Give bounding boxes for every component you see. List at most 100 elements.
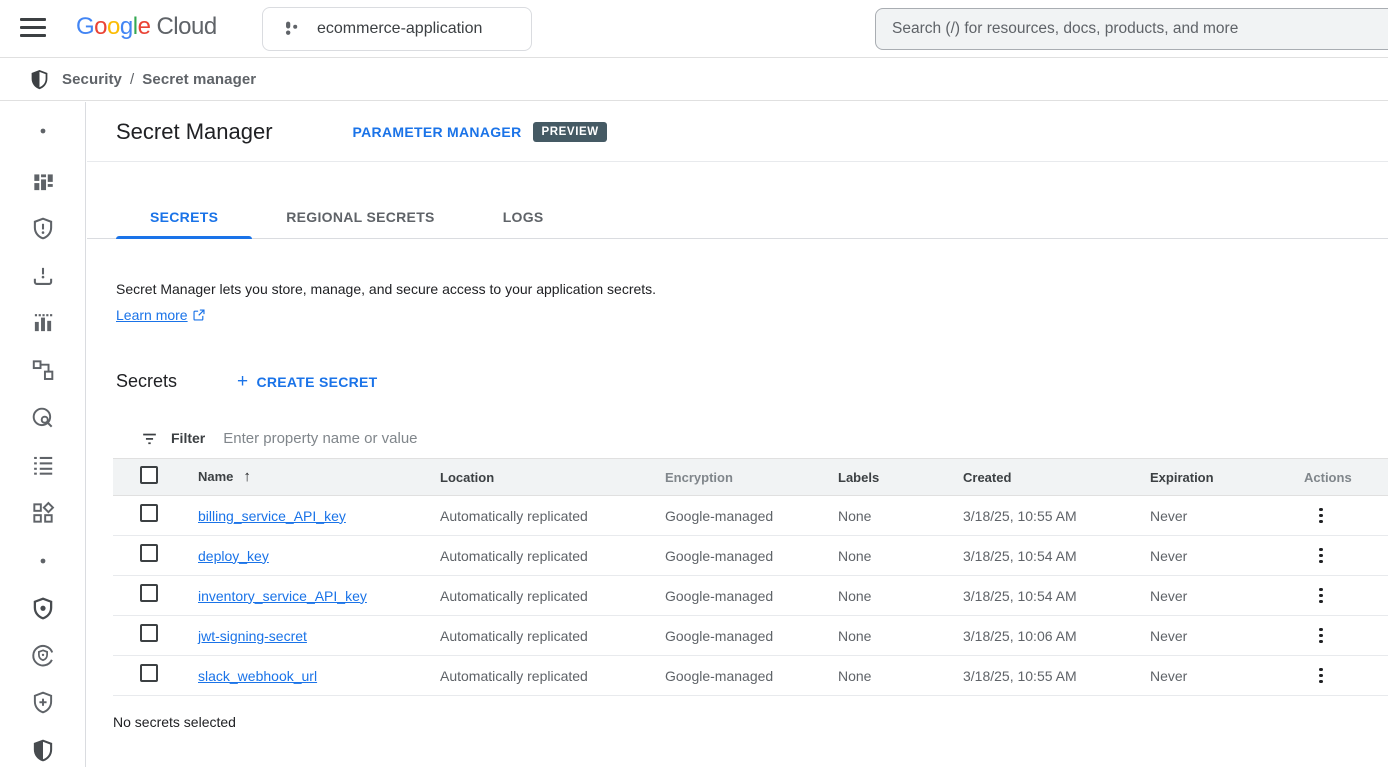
column-header-actions: Actions [1290, 470, 1388, 485]
row-actions-menu-icon[interactable] [1312, 626, 1330, 646]
bar-chart-icon[interactable] [30, 310, 56, 336]
intro-description: Secret Manager lets you store, manage, a… [116, 279, 1388, 299]
google-cloud-logo: GoogleCloud [76, 13, 217, 41]
row-actions-menu-icon[interactable] [1312, 506, 1330, 526]
dot-icon [36, 124, 50, 138]
main-content: Secret Manager PARAMETER MANAGER PREVIEW… [87, 102, 1388, 767]
location-cell: Automatically replicated [440, 668, 665, 684]
column-header-encryption: Encryption [665, 470, 838, 485]
threat-detection-icon[interactable] [30, 405, 56, 431]
menu-icon[interactable] [20, 18, 46, 40]
column-header-location: Location [440, 470, 665, 485]
security-command-center-icon[interactable] [30, 169, 56, 195]
page-header: Secret Manager PARAMETER MANAGER PREVIEW [87, 102, 1388, 162]
table-row: inventory_service_API_key Automatically … [113, 576, 1388, 616]
column-header-labels: Labels [838, 470, 963, 485]
filter-bar: Filter [113, 418, 1388, 458]
expiration-cell: Never [1150, 668, 1290, 684]
tab-bar: SECRETS REGIONAL SECRETS LOGS [87, 196, 1388, 239]
tab-logs[interactable]: LOGS [469, 196, 578, 238]
compliance-icon[interactable] [30, 643, 56, 669]
tab-secrets[interactable]: SECRETS [116, 196, 252, 238]
google-logo-wordmark: Google [76, 13, 150, 40]
secret-link[interactable]: billing_service_API_key [198, 508, 346, 524]
project-selector[interactable]: ecommerce-application [262, 7, 532, 51]
created-cell: 3/18/25, 10:54 AM [963, 548, 1150, 564]
labels-cell: None [838, 668, 963, 684]
secret-link[interactable]: slack_webhook_url [198, 668, 317, 684]
location-cell: Automatically replicated [440, 628, 665, 644]
page-title: Secret Manager [116, 119, 273, 145]
created-cell: 3/18/25, 10:55 AM [963, 668, 1150, 684]
encryption-cell: Google-managed [665, 548, 838, 564]
selection-status: No secrets selected [113, 714, 1388, 730]
secret-link[interactable]: jwt-signing-secret [198, 628, 307, 644]
secret-link[interactable]: deploy_key [198, 548, 269, 564]
labels-cell: None [838, 508, 963, 524]
cloud-logo-text: Cloud [156, 13, 216, 40]
expiration-cell: Never [1150, 548, 1290, 564]
secrets-heading: Secrets [116, 371, 177, 392]
risk-shield-icon[interactable] [30, 738, 56, 764]
column-header-name[interactable]: Name [198, 469, 233, 484]
breadcrumb-separator: / [130, 71, 134, 88]
encryption-cell: Google-managed [665, 628, 838, 644]
top-app-bar: GoogleCloud ecommerce-application [0, 0, 1388, 58]
table-header-row: Name↑ Location Encryption Labels Created… [113, 458, 1388, 496]
sort-ascending-icon[interactable]: ↑ [243, 468, 251, 485]
intro-section: Secret Manager lets you store, manage, a… [116, 279, 1388, 325]
location-cell: Automatically replicated [440, 588, 665, 604]
location-cell: Automatically replicated [440, 548, 665, 564]
shield-plus-icon[interactable] [30, 690, 56, 716]
table-row: slack_webhook_url Automatically replicat… [113, 656, 1388, 696]
row-actions-menu-icon[interactable] [1312, 586, 1330, 606]
table-row: billing_service_API_key Automatically re… [113, 496, 1388, 536]
row-checkbox[interactable] [140, 584, 158, 602]
tab-regional-secrets[interactable]: REGIONAL SECRETS [252, 196, 468, 238]
row-checkbox[interactable] [140, 624, 158, 642]
breadcrumb: Security / Secret manager [62, 71, 256, 88]
expiration-cell: Never [1150, 628, 1290, 644]
security-shield-icon [29, 69, 50, 90]
create-secret-button[interactable]: + CREATE SECRET [237, 374, 378, 390]
filter-icon [140, 429, 159, 448]
breadcrumb-security-link[interactable]: Security [62, 71, 122, 88]
created-cell: 3/18/25, 10:06 AM [963, 628, 1150, 644]
project-name: ecommerce-application [317, 20, 482, 38]
apps-diamond-icon[interactable] [30, 500, 56, 526]
secret-link[interactable]: inventory_service_API_key [198, 588, 367, 604]
labels-cell: None [838, 588, 963, 604]
learn-more-row: Learn more [116, 305, 1388, 325]
secret-manager-shield-icon[interactable] [30, 596, 56, 622]
row-actions-menu-icon[interactable] [1312, 546, 1330, 566]
breadcrumb-bar: Security / Secret manager [0, 58, 1388, 101]
select-all-checkbox[interactable] [140, 466, 158, 484]
external-link-icon [192, 308, 206, 322]
secrets-section-header: Secrets + CREATE SECRET [116, 371, 1388, 392]
parameter-manager-link[interactable]: PARAMETER MANAGER [353, 124, 522, 140]
project-switcher-icon [281, 18, 303, 40]
encryption-cell: Google-managed [665, 508, 838, 524]
row-checkbox[interactable] [140, 664, 158, 682]
search-input[interactable] [892, 20, 1388, 38]
row-checkbox[interactable] [140, 504, 158, 522]
filter-label: Filter [171, 430, 205, 446]
table-row: deploy_key Automatically replicated Goog… [113, 536, 1388, 576]
encryption-cell: Google-managed [665, 588, 838, 604]
plus-icon: + [237, 375, 248, 389]
location-cell: Automatically replicated [440, 508, 665, 524]
workloads-icon[interactable] [30, 357, 56, 383]
column-header-expiration: Expiration [1150, 470, 1290, 485]
learn-more-link[interactable]: Learn more [116, 305, 188, 325]
create-secret-label: CREATE SECRET [256, 374, 377, 390]
shield-alert-icon[interactable] [30, 216, 56, 242]
tray-alert-icon[interactable] [30, 263, 56, 289]
created-cell: 3/18/25, 10:55 AM [963, 508, 1150, 524]
row-actions-menu-icon[interactable] [1312, 666, 1330, 686]
row-checkbox[interactable] [140, 544, 158, 562]
filter-input[interactable] [223, 430, 643, 447]
breadcrumb-secret-manager[interactable]: Secret manager [142, 71, 256, 88]
encryption-cell: Google-managed [665, 668, 838, 684]
labels-cell: None [838, 628, 963, 644]
asset-list-icon[interactable] [30, 452, 56, 478]
